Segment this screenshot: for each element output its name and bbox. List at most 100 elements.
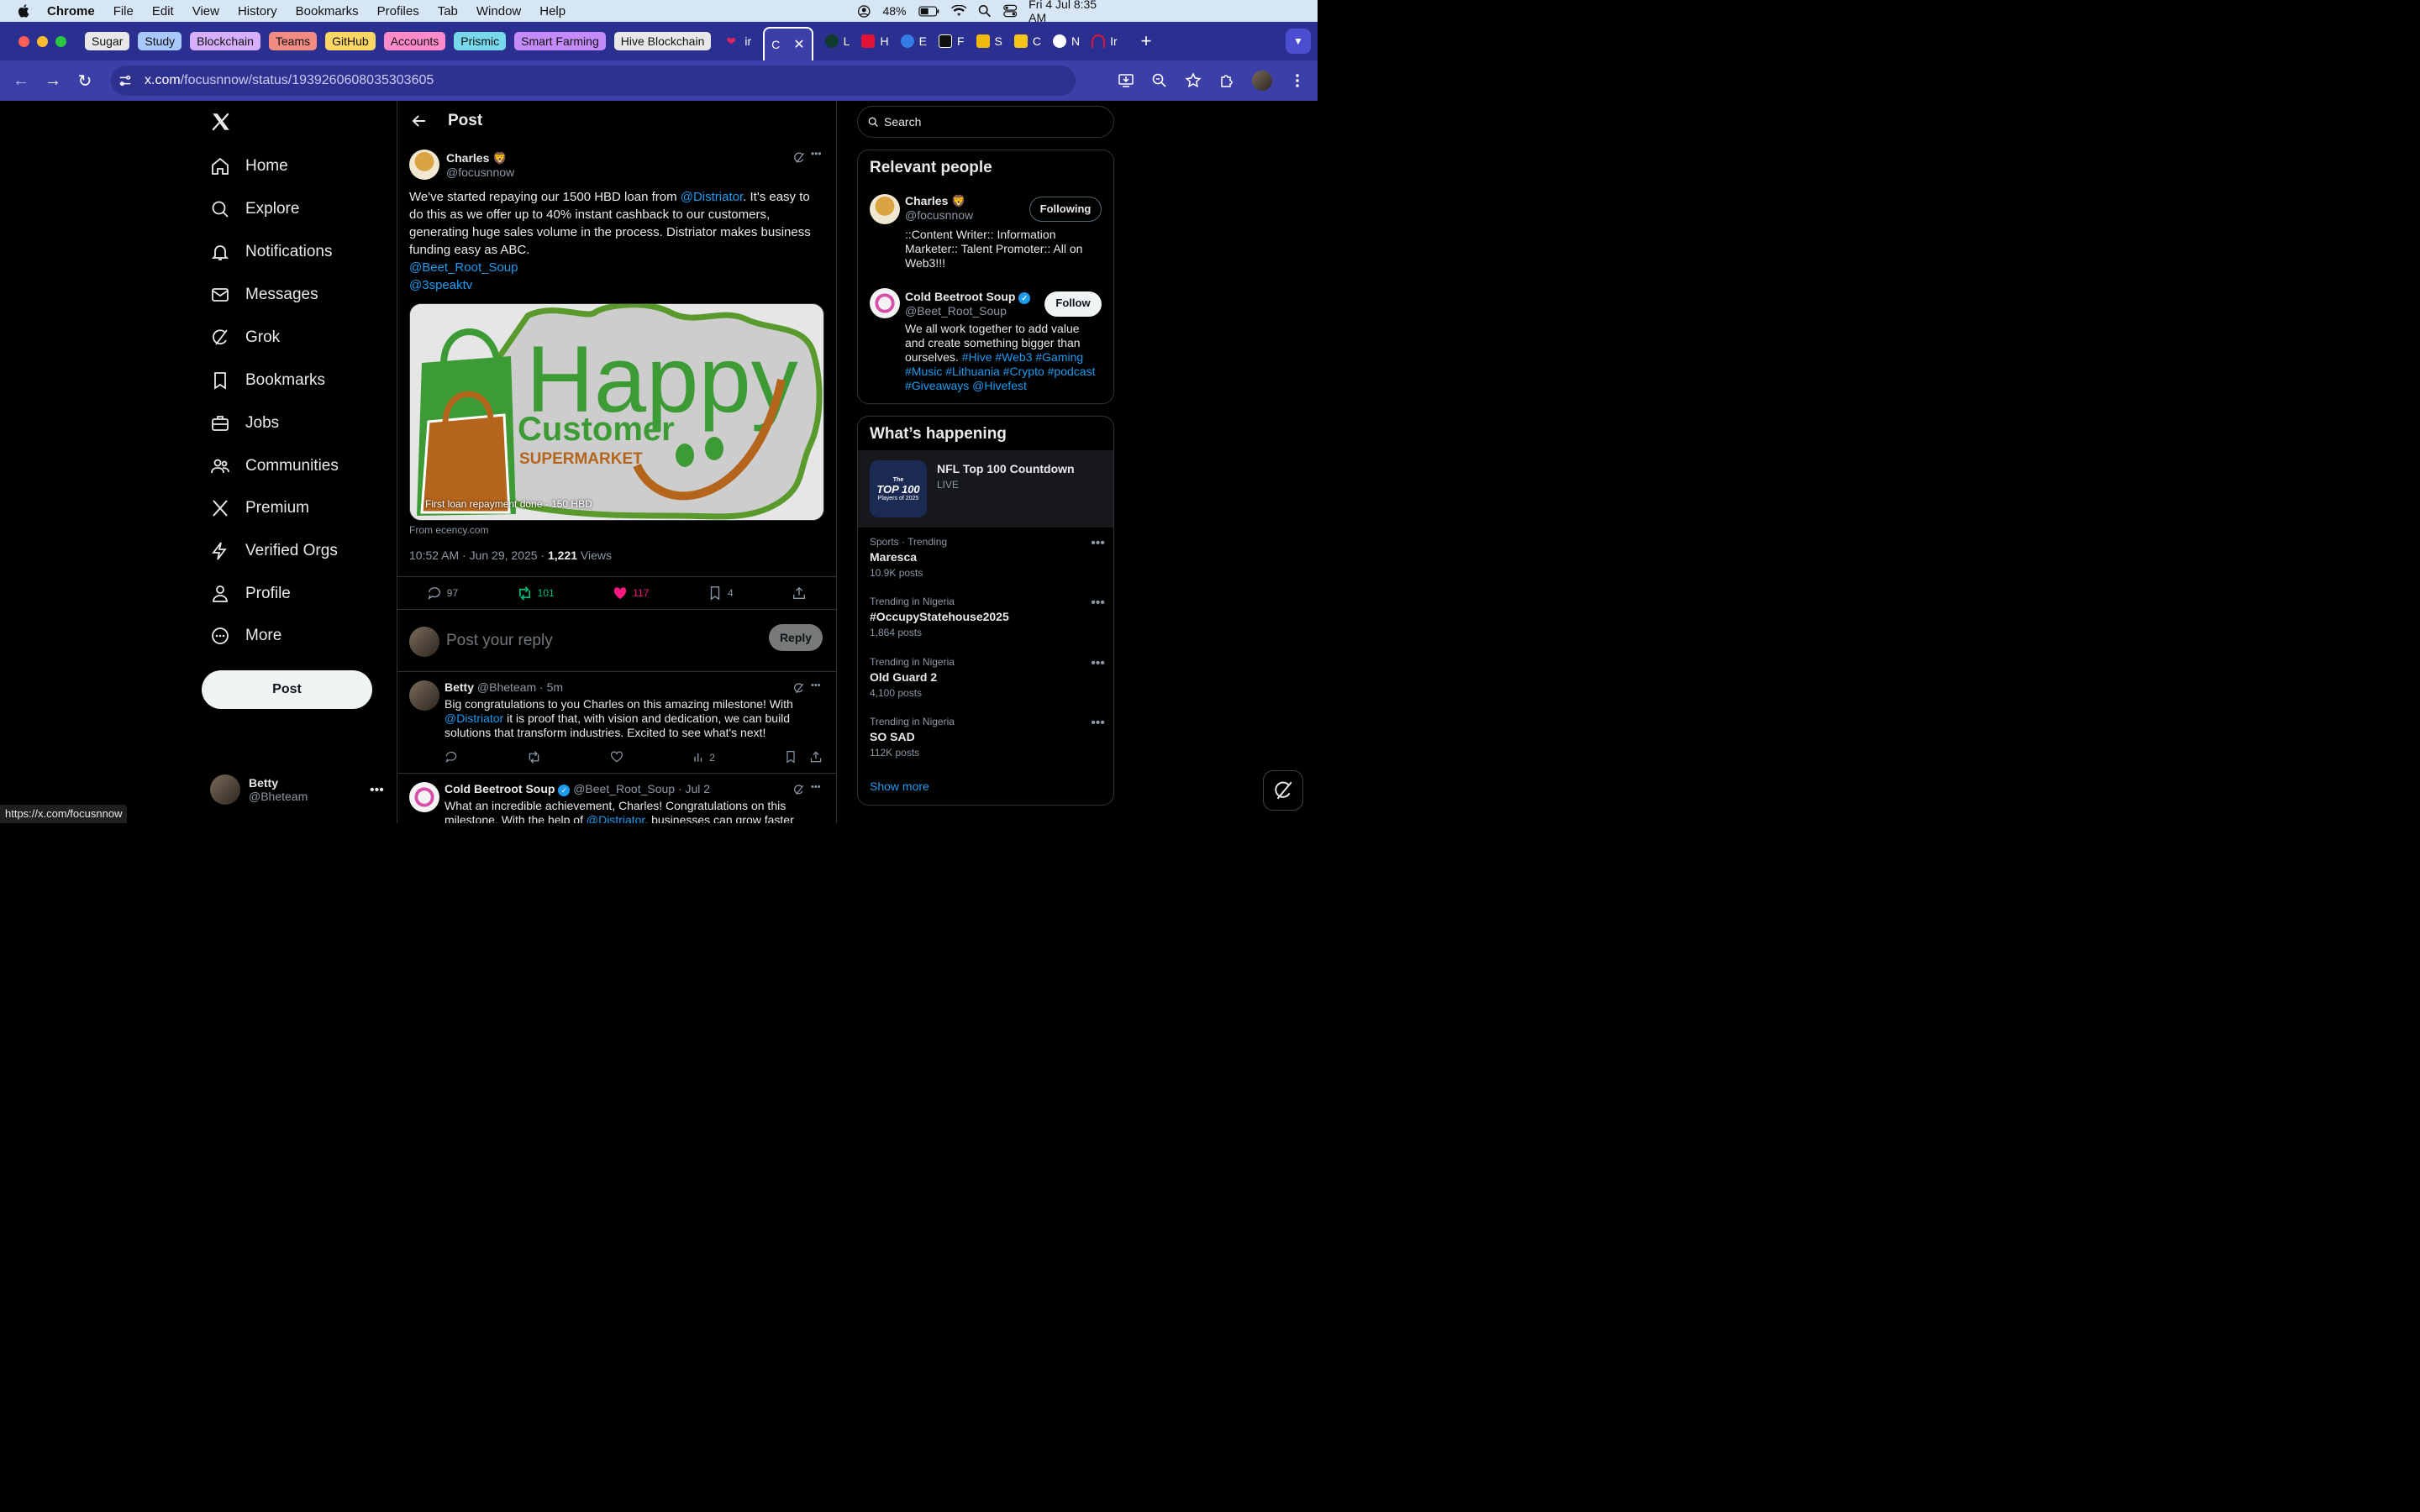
tab-group-hive-blockchain[interactable]: Hive Blockchain [613,32,712,50]
minimize-window-button[interactable] [37,35,48,47]
menu-bookmarks[interactable]: Bookmarks [296,4,359,18]
tab-group-teams[interactable]: Teams [268,32,318,50]
reply-item[interactable]: Cold Beetroot Soup ✓ @Beet_Root_Soup · J… [397,774,836,823]
profile-avatar[interactable] [1252,71,1272,91]
reply-more-icon[interactable]: ••• [811,782,821,792]
install-app-icon[interactable] [1118,72,1134,89]
back-arrow-icon[interactable]: ← [5,71,37,91]
browser-tab[interactable]: C [1013,34,1041,48]
browser-tab[interactable]: N [1052,34,1080,48]
zoom-icon[interactable] [1151,72,1168,89]
extensions-puzzle-icon[interactable] [1218,72,1235,89]
trend-item[interactable]: Trending in Nigeria SO SAD 112K posts ••… [870,716,1105,759]
active-browser-tab[interactable]: C ✕ [763,27,813,60]
trend-more-icon[interactable]: ••• [1091,656,1105,671]
tab-group-blockchain[interactable]: Blockchain [190,32,260,50]
repost-action[interactable]: 101 [517,585,555,601]
browser-tab[interactable]: S [976,34,1002,48]
trend-item[interactable]: Trending in Nigeria Old Guard 2 4,100 po… [870,656,1105,699]
share-icon[interactable] [809,750,823,764]
address-bar[interactable]: x.com/focusnnow/status/19392606080353036… [111,66,1076,96]
reply-author-name[interactable]: Betty [445,680,474,694]
site-info-icon[interactable] [118,73,133,88]
nav-grok[interactable]: Grok [210,328,280,348]
nav-verified-orgs[interactable]: Verified Orgs [210,541,338,561]
following-button[interactable]: Following [1029,197,1102,222]
menu-app-name[interactable]: Chrome [47,4,95,18]
menu-help[interactable]: Help [539,4,566,18]
reload-icon[interactable]: ↻ [69,71,101,92]
reply-author-name[interactable]: Cold Beetroot Soup [445,782,555,795]
nav-home[interactable]: Home [210,156,288,176]
zoom-window-button[interactable] [55,35,66,47]
person-cold-beetroot-soup[interactable]: Cold Beetroot Soup ✓ @Beet_Root_Soup [905,290,1048,318]
grok-explain-icon[interactable] [792,682,805,695]
browser-tab[interactable]: F [938,34,965,48]
nav-profile[interactable]: Profile [210,584,291,604]
author-handle[interactable]: @focusnnow [446,165,514,179]
share-action[interactable] [792,585,807,601]
person-charles[interactable]: Charles 🦁 @focusnnow [905,194,1031,222]
menu-edit[interactable]: Edit [152,4,174,18]
close-window-button[interactable] [18,35,29,47]
avatar[interactable] [409,680,439,711]
nav-jobs[interactable]: Jobs [210,413,279,433]
menubar-clock[interactable]: Fri 4 Jul 8:35 AM [1028,0,1114,24]
tab-group-sugar[interactable]: Sugar [85,32,130,50]
x-logo-icon[interactable] [210,111,232,133]
menu-file[interactable]: File [113,4,134,18]
author-name[interactable]: Charles 🦁 [446,151,514,165]
mention-link[interactable]: @Distriator [445,711,503,725]
browser-tab[interactable]: ❤ ir [726,34,751,48]
grok-explain-icon[interactable] [792,784,805,796]
mention-link[interactable]: @Beet_Root_Soup [409,260,518,275]
views-action[interactable]: 2 [692,750,715,764]
featured-event[interactable]: The TOP 100 Players of 2025 NFL Top 100 … [858,450,1113,528]
post-more-icon[interactable]: ••• [811,148,822,160]
user-account-icon[interactable] [857,4,871,18]
close-tab-icon[interactable]: ✕ [793,36,804,53]
control-center-icon[interactable] [1002,4,1017,18]
show-more-link[interactable]: Show more [870,780,929,793]
apple-icon[interactable] [17,3,32,18]
trend-item[interactable]: Trending in Nigeria #OccupyStatehouse202… [870,596,1105,638]
nav-explore[interactable]: Explore [210,199,299,219]
avatar[interactable] [870,288,900,318]
browser-tab[interactable]: L [824,34,850,48]
battery-icon[interactable] [918,6,939,17]
menu-history[interactable]: History [238,4,277,18]
bookmark-action[interactable]: 4 [708,585,734,601]
nav-communities[interactable]: Communities [210,456,339,476]
mention-link[interactable]: @3speaktv [409,278,472,292]
bookmark-icon[interactable] [784,750,797,764]
wifi-icon[interactable] [950,4,967,18]
browser-tab[interactable]: H [861,34,889,48]
trend-item[interactable]: Sports · Trending Maresca 10.9K posts ••… [870,536,1105,579]
trend-more-icon[interactable]: ••• [1091,596,1105,611]
post-media-image[interactable]: Happy Customer SUPERMARKET First loan re… [409,303,824,521]
account-switcher[interactable]: Betty @Bheteam [210,774,308,805]
nav-messages[interactable]: Messages [210,285,318,305]
forward-arrow-icon[interactable]: → [37,71,69,91]
search-input[interactable]: Search [857,106,1114,138]
menu-window[interactable]: Window [476,4,521,18]
avatar[interactable] [409,150,439,180]
grok-explain-icon[interactable] [792,151,806,165]
reply-action[interactable]: 97 [427,585,458,601]
tab-group-prismic[interactable]: Prismic [454,32,507,50]
reply-button[interactable]: Reply [769,624,823,651]
chrome-menu-icon[interactable] [1289,72,1306,89]
tab-group-accounts[interactable]: Accounts [383,32,446,50]
post-button[interactable]: Post [202,670,372,709]
follow-button[interactable]: Follow [1044,291,1102,317]
post-source[interactable]: From ecency.com [409,524,488,536]
browser-tab[interactable]: E [900,34,927,48]
reply-icon[interactable] [445,750,458,764]
nav-bookmarks[interactable]: Bookmarks [210,370,325,391]
nav-premium[interactable]: Premium [210,498,309,518]
mention-link[interactable]: @Distriator [681,190,743,204]
new-tab-button[interactable]: + [1141,30,1152,52]
account-more-icon[interactable]: ••• [370,783,384,798]
mention-link[interactable]: @Distriator [587,813,644,823]
repost-icon[interactable] [527,750,541,764]
